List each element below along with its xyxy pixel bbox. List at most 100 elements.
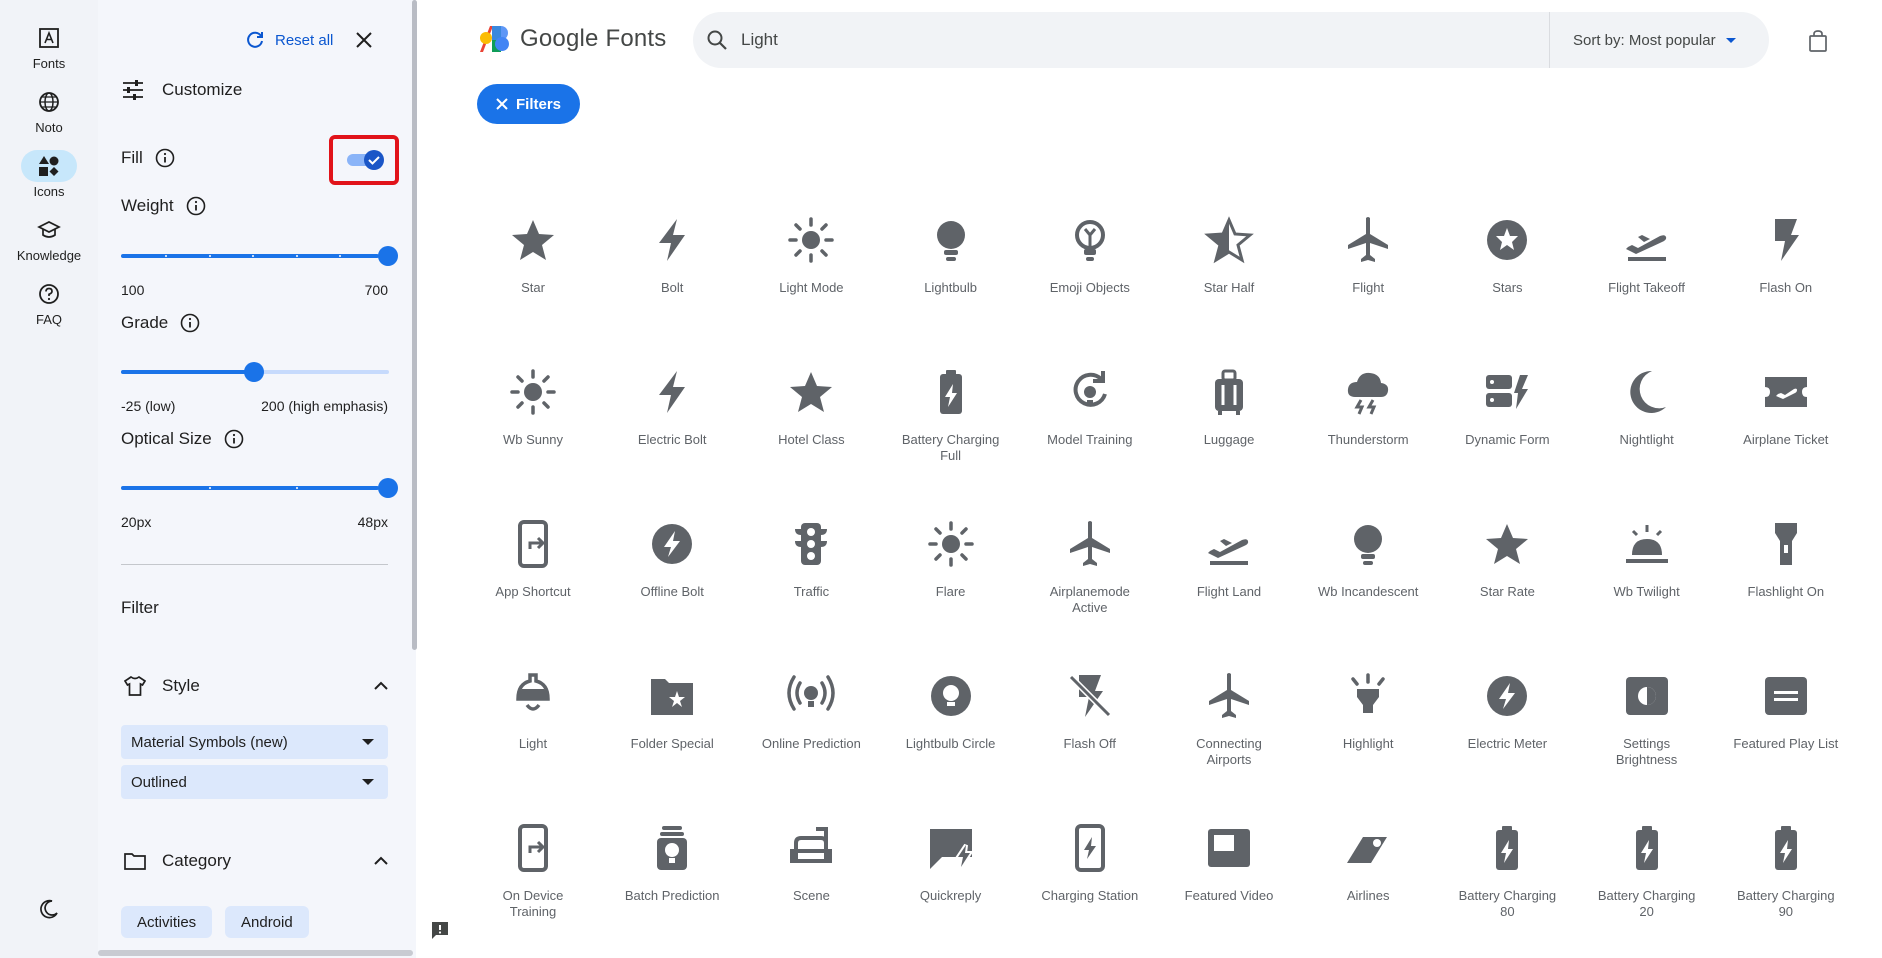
style-select[interactable]: Material Symbols (new) bbox=[121, 725, 388, 759]
search-input[interactable]: Light bbox=[741, 30, 778, 50]
icon-card[interactable]: Scene bbox=[741, 808, 881, 958]
icon-card[interactable]: Flash Off bbox=[1020, 656, 1160, 808]
icon-card[interactable]: Connecting Airports bbox=[1159, 656, 1299, 808]
icon-card[interactable]: Quickreply bbox=[881, 808, 1021, 958]
icon-card[interactable]: Star Rate bbox=[1437, 504, 1577, 656]
icon-card[interactable]: Emoji Objects bbox=[1020, 200, 1160, 352]
icon-card[interactable]: Light bbox=[463, 656, 603, 808]
icon-card[interactable]: Flight Takeoff bbox=[1577, 200, 1717, 352]
info-icon[interactable] bbox=[155, 148, 175, 168]
icon-card[interactable]: Electric Meter bbox=[1437, 656, 1577, 808]
close-panel-button[interactable] bbox=[352, 28, 376, 57]
category-section-header[interactable]: Category bbox=[124, 851, 389, 871]
icon-card[interactable]: Flight Land bbox=[1159, 504, 1299, 656]
icon-card[interactable]: Batch Prediction bbox=[602, 808, 742, 958]
icon-card[interactable]: Lightbulb Circle bbox=[881, 656, 1021, 808]
icon-card[interactable]: Lightbulb bbox=[881, 200, 1021, 352]
icon-card-label: Battery Charging 90 bbox=[1737, 888, 1835, 919]
search-icon[interactable] bbox=[705, 28, 729, 57]
icon-card[interactable]: Stars bbox=[1437, 200, 1577, 352]
icon-card[interactable]: Airplanemode Active bbox=[1020, 504, 1160, 656]
icon-card[interactable]: Featured Play List bbox=[1716, 656, 1856, 808]
icon-card[interactable]: Traffic bbox=[741, 504, 881, 656]
icon-card[interactable]: Wb Incandescent bbox=[1298, 504, 1438, 656]
icon-card-label: Lightbulb Circle bbox=[905, 736, 996, 751]
rail-item-faq[interactable]: FAQ bbox=[0, 278, 98, 327]
icon-card[interactable]: Wb Twilight bbox=[1577, 504, 1717, 656]
weight-slider[interactable] bbox=[121, 246, 398, 266]
style-section-header[interactable]: Style bbox=[124, 675, 389, 697]
icon-card[interactable]: Luggage bbox=[1159, 352, 1299, 504]
icon-card[interactable]: Thunderstorm bbox=[1298, 352, 1438, 504]
bulb-icon bbox=[925, 214, 977, 266]
icon-card[interactable]: Offline Bolt bbox=[602, 504, 742, 656]
icon-card-label: Scene bbox=[792, 888, 830, 903]
icon-card[interactable]: Battery Charging 20 bbox=[1577, 808, 1717, 958]
icon-card[interactable]: Battery Charging 90 bbox=[1716, 808, 1856, 958]
category-chip-android[interactable]: Android bbox=[225, 906, 309, 938]
icon-card[interactable]: Airlines bbox=[1298, 808, 1438, 958]
info-icon[interactable] bbox=[186, 196, 206, 216]
icon-card[interactable]: Nightlight bbox=[1577, 352, 1717, 504]
category-chip-activities[interactable]: Activities bbox=[121, 906, 213, 938]
icon-card[interactable]: Star bbox=[463, 200, 603, 352]
filters-button[interactable]: Filters bbox=[477, 84, 580, 124]
icon-card[interactable]: Flare bbox=[881, 504, 1021, 656]
filter-heading: Filter bbox=[121, 598, 159, 617]
icon-card[interactable]: Battery Charging 80 bbox=[1437, 808, 1577, 958]
icon-card[interactable]: Electric Bolt bbox=[602, 352, 742, 504]
icon-card[interactable]: Hotel Class bbox=[741, 352, 881, 504]
icon-card[interactable]: Model Training bbox=[1020, 352, 1160, 504]
icon-card[interactable]: Folder Special bbox=[602, 656, 742, 808]
shopping-bag-icon[interactable] bbox=[1808, 30, 1828, 57]
icon-card[interactable]: Settings Brightness bbox=[1577, 656, 1717, 808]
optical-size-slider-thumb[interactable] bbox=[378, 478, 398, 498]
grade-slider[interactable] bbox=[121, 362, 389, 382]
feedback-icon[interactable] bbox=[430, 920, 450, 945]
form-icon bbox=[1481, 366, 1533, 418]
icon-card[interactable]: Flight bbox=[1298, 200, 1438, 352]
phone-bolt-icon bbox=[1064, 822, 1116, 874]
style-variant-select[interactable]: Outlined bbox=[121, 765, 388, 799]
icon-card[interactable]: Battery Charging Full bbox=[881, 352, 1021, 504]
rail-item-noto[interactable]: Noto bbox=[0, 86, 98, 135]
icon-card[interactable]: Star Half bbox=[1159, 200, 1299, 352]
rail-item-icons[interactable]: Icons bbox=[0, 150, 98, 199]
search-bar[interactable]: Light Sort by: Most popular bbox=[693, 12, 1769, 68]
icon-card[interactable]: Highlight bbox=[1298, 656, 1438, 808]
sort-dropdown[interactable]: Sort by: Most popular bbox=[1573, 32, 1736, 49]
rail-item-fonts[interactable]: Fonts bbox=[0, 22, 98, 71]
icon-card-label: Wb Sunny bbox=[503, 432, 563, 447]
grade-slider-thumb[interactable] bbox=[244, 362, 264, 382]
icon-card[interactable]: Bolt bbox=[602, 200, 742, 352]
info-icon[interactable] bbox=[180, 313, 200, 333]
icon-card-label: Thunderstorm bbox=[1327, 432, 1409, 447]
icon-card[interactable]: Online Prediction bbox=[741, 656, 881, 808]
icon-card[interactable]: Airplane Ticket bbox=[1716, 352, 1856, 504]
star-icon bbox=[785, 366, 837, 418]
icon-card-label: Flight Takeoff bbox=[1608, 280, 1686, 295]
icon-card[interactable]: Flash On bbox=[1716, 200, 1856, 352]
icon-card[interactable]: On Device Training bbox=[463, 808, 603, 958]
icon-card[interactable]: Dynamic Form bbox=[1437, 352, 1577, 504]
icon-card-label: Star Rate bbox=[1479, 584, 1535, 599]
icon-card[interactable]: Light Mode bbox=[741, 200, 881, 352]
grade-row: Grade bbox=[121, 313, 200, 333]
icon-card[interactable]: Charging Station bbox=[1020, 808, 1160, 958]
icon-card[interactable]: Flashlight On bbox=[1716, 504, 1856, 656]
fill-toggle[interactable] bbox=[347, 149, 385, 171]
icon-card[interactable]: Wb Sunny bbox=[463, 352, 603, 504]
info-icon[interactable] bbox=[224, 429, 244, 449]
icon-card[interactable]: Featured Video bbox=[1159, 808, 1299, 958]
panel-horizontal-scrollbar[interactable] bbox=[98, 950, 413, 956]
panel-scrollbar[interactable] bbox=[412, 0, 417, 650]
google-fonts-logo[interactable]: Google Fonts bbox=[478, 24, 666, 54]
optical-size-slider[interactable] bbox=[121, 478, 398, 498]
filters-label: Filters bbox=[515, 95, 561, 113]
reset-all-button[interactable]: Reset all bbox=[245, 30, 333, 50]
icon-card[interactable]: App Shortcut bbox=[463, 504, 603, 656]
rail-item-knowledge[interactable]: Knowledge bbox=[0, 214, 98, 263]
dark-mode-icon[interactable] bbox=[21, 892, 77, 926]
weight-slider-thumb[interactable] bbox=[378, 246, 398, 266]
optical-size-label: Optical Size bbox=[121, 429, 212, 448]
